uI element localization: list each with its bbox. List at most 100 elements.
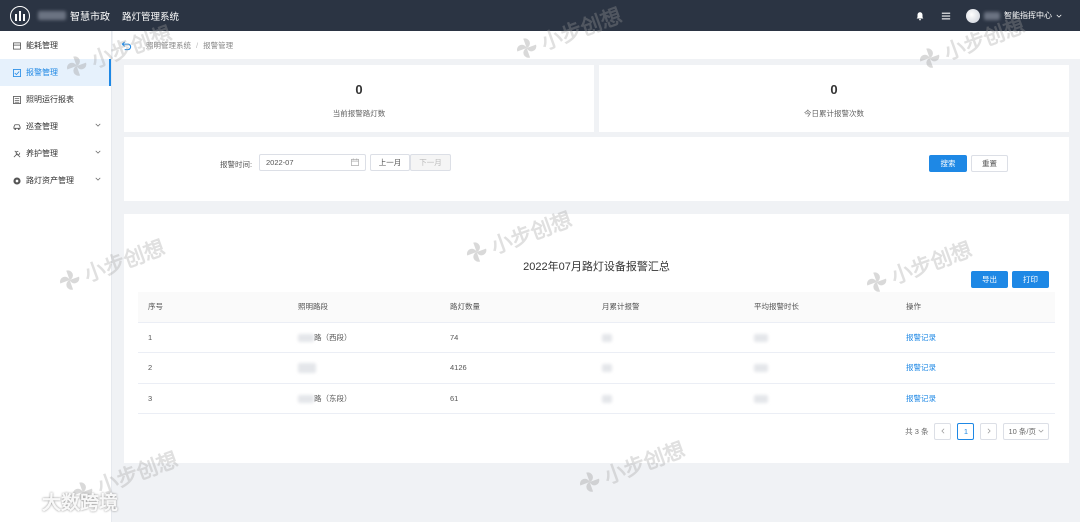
sidebar-item-label: 巡查管理 (26, 122, 58, 131)
report-icon (12, 95, 21, 104)
redacted-value (602, 364, 612, 373)
cell-count: 4126 (440, 352, 592, 384)
sidebar-item-maintenance[interactable]: 养护管理 (0, 140, 111, 167)
sidebar-item-assets[interactable]: 路灯资产管理 (0, 167, 111, 194)
page-size-select[interactable]: 10 条/页 (1003, 422, 1049, 440)
total-count: 共 3 条 (905, 426, 929, 436)
cell-road: 路（东段） (288, 383, 440, 414)
redacted-value (602, 333, 612, 342)
cell-road (288, 352, 440, 384)
pagination: 共 3 条 1 10 条/页 (905, 422, 1049, 440)
sidebar-item-patrol[interactable]: 巡查管理 (0, 113, 111, 140)
sidebar-item-label: 照明运行报表 (26, 95, 74, 104)
next-month-button[interactable]: 下一月 (410, 154, 451, 171)
pinwheel-logo-icon (579, 472, 600, 492)
summary-title: 2022年07月路灯设备报警汇总 (523, 261, 670, 273)
cell-count: 74 (440, 322, 592, 353)
stat-card-current-alarms: 0 当前报警路灯数 (124, 65, 594, 132)
road-name: 路（东段） (314, 393, 352, 403)
export-button[interactable]: 导出 (971, 271, 1008, 288)
alarm-icon (12, 68, 21, 77)
brand: 智慧市政 路灯管理系统 (38, 8, 179, 23)
sidebar-item-label: 路灯资产管理 (26, 176, 74, 185)
user-menu[interactable]: 智能指挥中心 (966, 8, 1062, 23)
cell-monthly-alarms (592, 383, 744, 414)
sidebar-item-alarm[interactable]: 报警管理 (0, 59, 111, 86)
breadcrumb-root[interactable]: 照明管理系统 (146, 40, 191, 51)
sidebar-item-label: 报警管理 (26, 68, 58, 77)
tools-icon (12, 149, 21, 158)
bell-icon[interactable] (914, 10, 926, 22)
sidebar-item-report[interactable]: 照明运行报表 (0, 86, 111, 113)
sidebar-item-label: 能耗管理 (26, 41, 58, 50)
cell-road: 路（西段） (288, 322, 440, 353)
calendar-icon (351, 158, 359, 166)
stat-value: 0 (355, 82, 363, 97)
table-row: 3 路（东段） 61 报警记录 (138, 383, 1055, 414)
alarm-record-link[interactable]: 报警记录 (906, 363, 936, 372)
cell-monthly-alarms (592, 352, 744, 384)
cell-index: 3 (138, 383, 288, 414)
breadcrumb-separator: / (196, 40, 199, 50)
col-index: 序号 (138, 292, 288, 323)
road-name: 路（西段） (314, 332, 352, 342)
sidebar-item-energy[interactable]: 能耗管理 (0, 32, 111, 59)
col-avg-duration: 平均报警时长 (744, 292, 896, 323)
box-icon (12, 41, 21, 50)
alarm-record-link[interactable]: 报警记录 (906, 394, 936, 403)
chevron-down-icon (1056, 14, 1062, 18)
prev-month-button[interactable]: 上一月 (370, 154, 410, 171)
col-road: 照明路段 (288, 292, 440, 323)
back-arrow-icon[interactable] (121, 40, 132, 51)
month-value: 2022-07 (266, 158, 294, 167)
stat-card-today-alarms: 0 今日累计报警次数 (599, 65, 1069, 132)
col-action: 操作 (896, 292, 1055, 323)
search-panel: 报警时间: 2022-07 上一月 下一月 搜索 重置 (124, 137, 1069, 201)
prev-page-button[interactable] (934, 422, 952, 440)
col-monthly-alarms: 月累计报警 (592, 292, 744, 323)
sidebar-item-label: 养护管理 (26, 149, 58, 158)
breadcrumb-current: 报警管理 (203, 40, 234, 50)
alarm-summary-table: 序号 照明路段 路灯数量 月累计报警 平均报警时长 操作 1 路（西段） 74 … (138, 292, 1055, 414)
cell-avg-duration (744, 322, 896, 353)
alarm-time-label: 报警时间: (220, 160, 253, 169)
cell-action: 报警记录 (896, 322, 1055, 353)
redacted-user (984, 11, 1000, 20)
next-page-button[interactable] (980, 422, 998, 440)
chevron-down-icon (1038, 429, 1044, 433)
redacted-city-name (38, 11, 66, 20)
col-count: 路灯数量 (440, 292, 592, 323)
page-size-value: 10 条/页 (1008, 426, 1036, 436)
alarm-record-link[interactable]: 报警记录 (906, 333, 936, 342)
redacted-value (754, 364, 768, 373)
stat-label: 今日累计报警次数 (804, 109, 864, 118)
stat-value: 0 (830, 82, 838, 97)
car-icon (12, 122, 21, 131)
chevron-down-icon (95, 150, 101, 154)
system-name: 路灯管理系统 (122, 11, 180, 23)
redacted-value (602, 394, 612, 403)
print-button[interactable]: 打印 (1012, 271, 1049, 288)
chevron-left-icon (941, 428, 945, 434)
chevron-down-icon (95, 177, 101, 181)
month-picker[interactable]: 2022-07 (259, 154, 366, 171)
chat-bubble-logo-icon (8, 493, 35, 512)
breadcrumb: 照明管理系统 / 报警管理 (113, 31, 1080, 59)
top-bar: 智慧市政 路灯管理系统 智能指挥中心 (0, 0, 1080, 31)
menu-icon[interactable] (940, 10, 952, 22)
cell-monthly-alarms (592, 322, 744, 353)
alarm-summary-panel: 2022年07月路灯设备报警汇总 导出 打印 序号 照明路段 路灯数量 月累计报… (124, 214, 1069, 463)
redacted-value (754, 333, 768, 342)
redacted-value (754, 394, 768, 403)
page-number-button[interactable]: 1 (957, 422, 975, 440)
corner-watermark: 大数跨境 (8, 488, 118, 515)
corner-watermark-text: 大数跨境 (42, 493, 119, 514)
chevron-right-icon (987, 428, 991, 434)
redacted-text (298, 362, 316, 373)
table-row: 1 路（西段） 74 报警记录 (138, 322, 1055, 353)
reset-button[interactable]: 重置 (971, 155, 1008, 172)
cell-action: 报警记录 (896, 383, 1055, 414)
cell-action: 报警记录 (896, 352, 1055, 384)
table-row: 2 4126 报警记录 (138, 352, 1055, 384)
search-button[interactable]: 搜索 (929, 155, 967, 172)
